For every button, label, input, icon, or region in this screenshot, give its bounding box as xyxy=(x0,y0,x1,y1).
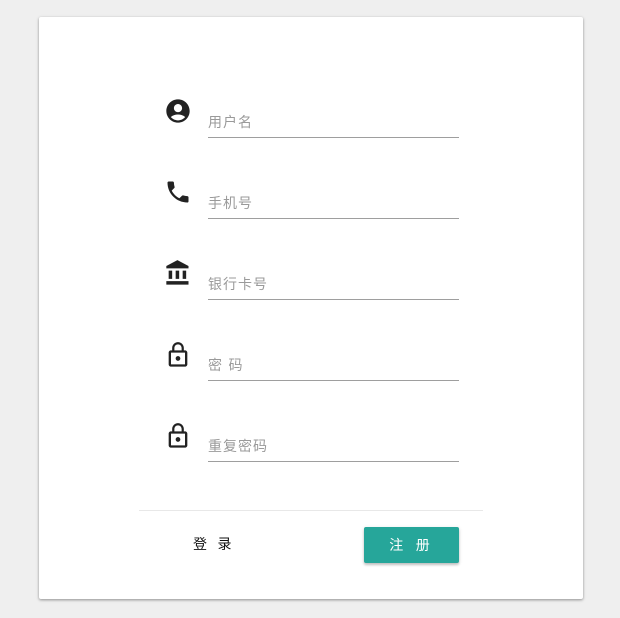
bank-card-input[interactable] xyxy=(208,271,459,300)
phone-input[interactable] xyxy=(208,190,459,219)
register-button[interactable]: 注 册 xyxy=(364,527,459,563)
bank-card-field-group xyxy=(164,257,459,307)
lock-icon xyxy=(164,341,192,369)
lock-icon xyxy=(164,422,192,450)
login-link[interactable]: 登 录 xyxy=(193,534,234,554)
repeat-password-field-group xyxy=(164,419,459,469)
actions-divider xyxy=(139,510,483,511)
account-circle-icon xyxy=(164,97,192,125)
register-card: 登 录 注 册 xyxy=(39,17,583,599)
bank-icon xyxy=(164,259,192,287)
password-field-group xyxy=(164,338,459,388)
username-input[interactable] xyxy=(208,109,459,138)
username-field-group xyxy=(164,95,459,145)
phone-field-group xyxy=(164,176,459,226)
phone-icon xyxy=(164,178,192,206)
repeat-password-input[interactable] xyxy=(208,433,459,462)
password-input[interactable] xyxy=(208,352,459,381)
